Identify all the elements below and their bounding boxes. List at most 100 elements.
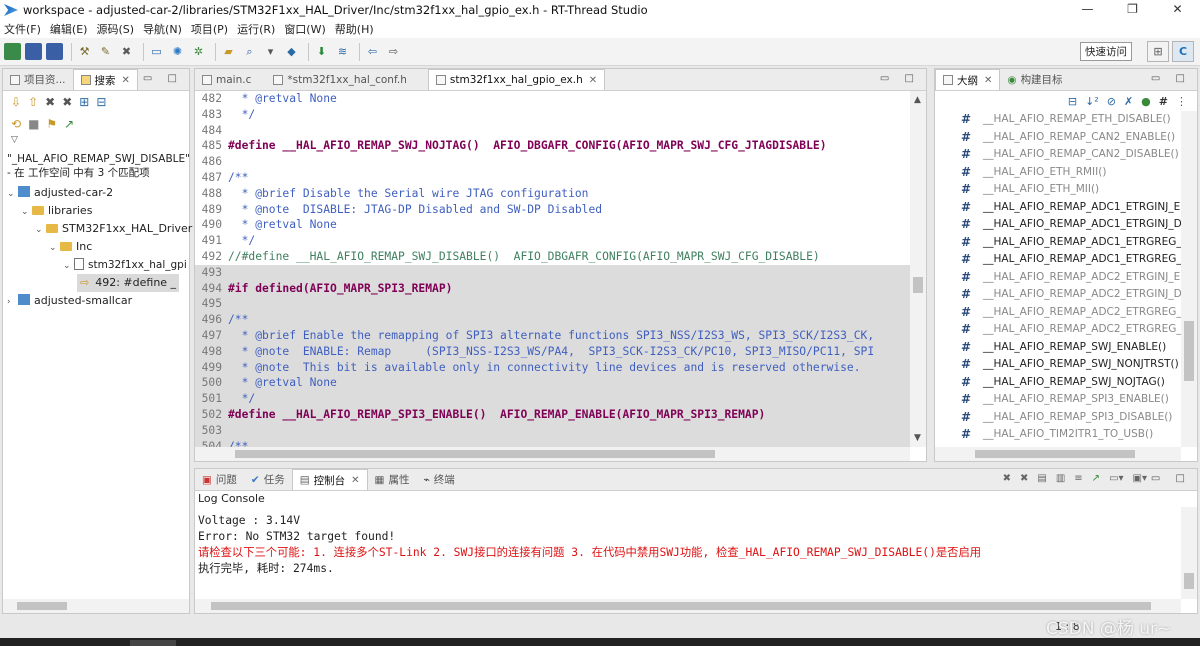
terminate-icon[interactable]: ✖ xyxy=(1003,473,1011,484)
tab-outline[interactable]: 大纲 ✕ xyxy=(935,69,1001,90)
refresh-icon[interactable]: ⟲ xyxy=(11,117,21,131)
editor-vertical-scrollbar[interactable]: ▲ ▼ xyxy=(910,91,926,447)
close-button[interactable]: ✕ xyxy=(1155,0,1200,20)
chevron-down-icon[interactable]: ⌄ xyxy=(21,203,32,221)
outline-item[interactable]: # __HAL_AFIO_REMAP_SWJ_NONJTRST() xyxy=(935,356,1197,374)
view-controls[interactable]: ▭ □ xyxy=(1151,73,1191,84)
chevron-down-icon[interactable]: ⌄ xyxy=(63,257,74,274)
remove-all-icon[interactable]: ✖ xyxy=(62,95,72,109)
remove-match-icon[interactable]: ✖ xyxy=(45,95,55,109)
view-menu-icon[interactable]: ⋮ xyxy=(1176,95,1187,108)
tab-project-explorer[interactable]: 项目资... xyxy=(3,69,73,90)
tab-search[interactable]: 搜索 ✕ xyxy=(72,69,138,90)
debug-bug-icon[interactable]: ✲ xyxy=(190,43,207,60)
tab-terminal[interactable]: ⌁ 终端 xyxy=(416,469,461,490)
open-perspective-icon[interactable]: ⊞ xyxy=(1147,41,1169,62)
c-perspective-button[interactable]: C xyxy=(1172,41,1194,62)
outline-item[interactable]: # __HAL_AFIO_REMAP_SWJ_NOJTAG() xyxy=(935,374,1197,392)
hide-static-icon[interactable]: ✗ xyxy=(1124,95,1133,108)
save-all-icon[interactable] xyxy=(46,43,63,60)
open-folder-icon[interactable]: ▰ xyxy=(220,43,237,60)
outline-item[interactable]: # __HAL_AFIO_REMAP_ADC1_ETRGINJ_DIS xyxy=(935,216,1197,234)
forward-arrow-icon[interactable]: ⇨ xyxy=(385,43,402,60)
chevron-right-icon[interactable]: › xyxy=(7,293,18,311)
outline-item[interactable]: # __HAL_AFIO_ETH_MII() xyxy=(935,181,1197,199)
outline-item[interactable]: # __HAL_AFIO_REMAP_SPI3_ENABLE() xyxy=(935,391,1197,409)
tree-item-match-492[interactable]: ⇨ 492: #define _ xyxy=(3,274,189,292)
close-icon[interactable]: ✕ xyxy=(351,475,359,486)
console-horizontal-scrollbar[interactable] xyxy=(195,599,1181,613)
outline-vertical-scrollbar[interactable] xyxy=(1181,111,1197,447)
tree-item-inc[interactable]: ⌄ Inc xyxy=(3,238,189,256)
layers-icon[interactable]: ≋ xyxy=(334,43,351,60)
minimize-button[interactable]: — xyxy=(1065,0,1110,20)
remove-launch-icon[interactable]: ✖ xyxy=(1020,473,1028,484)
console-vertical-scrollbar[interactable] xyxy=(1181,507,1197,599)
stop-icon[interactable]: ■ xyxy=(28,117,39,131)
close-icon[interactable]: ✕ xyxy=(984,75,992,86)
next-match-icon[interactable]: ⇩ xyxy=(11,95,21,109)
tab-problems[interactable]: ▣ 问题 xyxy=(195,469,244,490)
close-icon[interactable]: ✕ xyxy=(122,75,130,86)
hide-nonpublic-icon[interactable]: ● xyxy=(1141,95,1151,108)
outline-item[interactable]: # __HAL_AFIO_REMAP_ADC2_ETRGINJ_EN xyxy=(935,269,1197,287)
settings-icon[interactable]: ✖ xyxy=(118,43,135,60)
menu-file[interactable]: 文件(F) xyxy=(4,21,41,37)
monitor-icon[interactable]: ▭ xyxy=(148,43,165,60)
left-horizontal-scrollbar[interactable] xyxy=(3,599,189,613)
word-wrap-icon[interactable]: ≡ xyxy=(1074,473,1082,484)
scroll-down-icon[interactable]: ▼ xyxy=(914,433,921,443)
menu-edit[interactable]: 编辑(E) xyxy=(50,21,88,37)
scroll-thumb[interactable] xyxy=(1184,321,1194,381)
chevron-down-icon[interactable]: ⌄ xyxy=(7,185,18,203)
collapse-all-icon[interactable]: ⊟ xyxy=(1068,95,1077,108)
tab-gpio-ex[interactable]: stm32f1xx_hal_gpio_ex.h ✕ xyxy=(427,69,606,90)
outline-horizontal-scrollbar[interactable] xyxy=(935,447,1181,461)
tree-item-libraries[interactable]: ⌄ libraries xyxy=(3,202,189,220)
outline-item[interactable]: # __HAL_AFIO_TIM2ITR1_TO_USB() xyxy=(935,426,1197,444)
scroll-lock-icon[interactable]: ▥ xyxy=(1056,473,1065,484)
collapse-all-icon[interactable]: ⊟ xyxy=(96,95,106,109)
clear-console-icon[interactable]: ▤ xyxy=(1037,473,1046,484)
pin-icon[interactable]: ↗ xyxy=(64,117,74,131)
menu-navigate[interactable]: 导航(N) xyxy=(143,21,182,37)
outline-item[interactable]: # __HAL_AFIO_REMAP_CAN2_DISABLE() xyxy=(935,146,1197,164)
gear-icon[interactable]: ✺ xyxy=(169,43,186,60)
outline-item[interactable]: # __HAL_AFIO_REMAP_ADC1_ETRGREG_D xyxy=(935,251,1197,269)
chevron-down-icon[interactable]: ⌄ xyxy=(35,221,46,239)
hide-fields-icon[interactable]: ⊘ xyxy=(1107,95,1116,108)
tree-item-adjusted-car-2[interactable]: ⌄ adjusted-car-2 xyxy=(3,184,189,202)
chip-icon[interactable]: ◆ xyxy=(283,43,300,60)
dropdown-icon[interactable]: ▾ xyxy=(262,43,279,60)
outline-item[interactable]: # __HAL_AFIO_REMAP_SWJ_ENABLE() xyxy=(935,339,1197,357)
save-icon[interactable] xyxy=(25,43,42,60)
tab-console[interactable]: ▤ 控制台 ✕ xyxy=(291,469,368,490)
view-menu-icon[interactable]: ▽ xyxy=(3,135,189,149)
tree-item-hal-driver[interactable]: ⌄ STM32F1xx_HAL_Driver xyxy=(3,220,192,239)
outline-item[interactable]: # __HAL_AFIO_REMAP_SPI3_DISABLE() xyxy=(935,409,1197,427)
menu-run[interactable]: 运行(R) xyxy=(237,21,275,37)
download-icon[interactable]: ⬇ xyxy=(313,43,330,60)
outline-item[interactable]: # __HAL_AFIO_REMAP_ADC1_ETRGREG_EN xyxy=(935,234,1197,252)
build-hammer-icon[interactable]: ⚒ xyxy=(76,43,93,60)
outline-item[interactable]: # __HAL_AFIO_REMAP_ETH_DISABLE() xyxy=(935,111,1197,129)
expand-all-icon[interactable]: ⊞ xyxy=(79,95,89,109)
scroll-up-icon[interactable]: ▲ xyxy=(914,95,921,105)
tab-main-c[interactable]: main.c xyxy=(195,69,258,90)
outline-item[interactable]: # __HAL_AFIO_REMAP_ADC2_ETRGREG_D xyxy=(935,321,1197,339)
maximize-button[interactable]: ❐ xyxy=(1110,0,1155,20)
display-console-icon[interactable]: ▭▾ xyxy=(1109,473,1123,484)
search-icon[interactable]: ⌕ xyxy=(241,43,258,60)
scroll-thumb[interactable] xyxy=(913,277,923,293)
tab-hal-conf[interactable]: *stm32f1xx_hal_conf.h xyxy=(266,69,414,90)
view-controls[interactable]: ▭ □ xyxy=(1151,473,1191,484)
tools-icon[interactable]: ✎ xyxy=(97,43,114,60)
tree-item-adjusted-smallcar[interactable]: › adjusted-smallcar xyxy=(3,292,189,310)
menu-project[interactable]: 项目(P) xyxy=(191,21,228,37)
scroll-thumb[interactable] xyxy=(1184,573,1194,589)
editor-horizontal-scrollbar[interactable] xyxy=(195,447,910,461)
code-area[interactable]: 482 * @retval None 483 */ 484 485 #define… xyxy=(195,91,910,447)
previous-match-icon[interactable]: ⇧ xyxy=(28,95,38,109)
menu-help[interactable]: 帮助(H) xyxy=(335,21,374,37)
outline-item[interactable]: # __HAL_AFIO_ETH_RMII() xyxy=(935,164,1197,182)
